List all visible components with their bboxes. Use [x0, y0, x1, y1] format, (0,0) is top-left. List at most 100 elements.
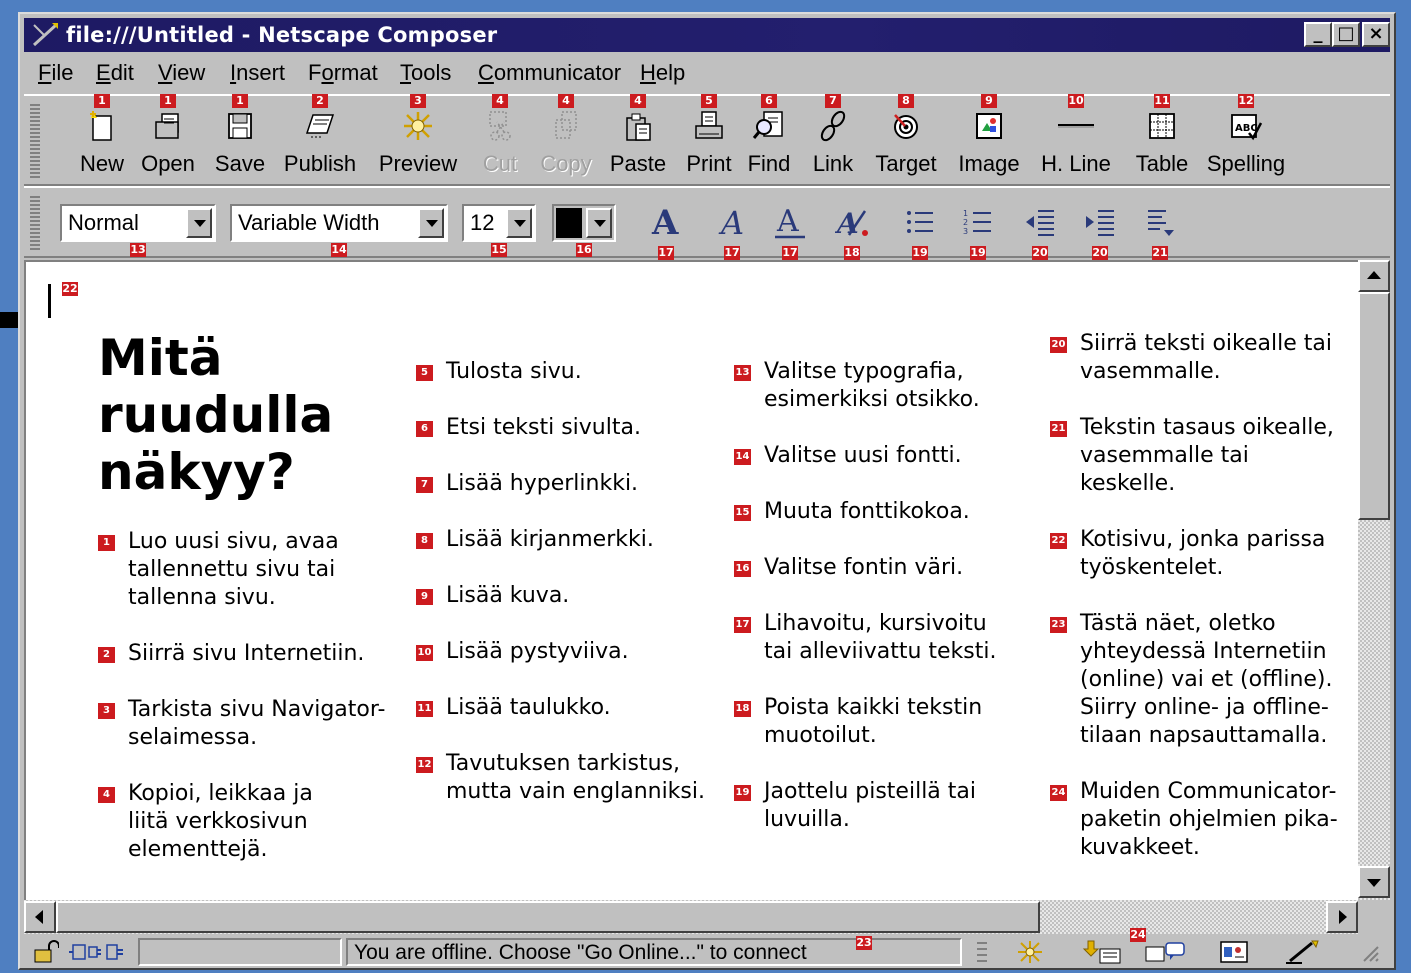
menu-file[interactable]: File	[38, 60, 73, 86]
scroll-up-button[interactable]	[1358, 260, 1390, 292]
font-select[interactable]: Variable Width 14	[230, 204, 448, 257]
link-button[interactable]: 7 Link	[810, 94, 856, 177]
clear-styles-button[interactable]: A 18	[832, 202, 872, 260]
svg-text:A: A	[835, 207, 859, 239]
cut-button[interactable]: 4 Cut	[480, 94, 520, 177]
horizontal-scroll-thumb[interactable]	[56, 901, 1040, 933]
composer-shortcut[interactable]	[1274, 938, 1330, 966]
arrow-down-icon	[1367, 879, 1381, 887]
table-button[interactable]: 11 Table	[1132, 94, 1192, 177]
preview-button[interactable]: 3 Preview	[376, 94, 460, 177]
menu-communicator[interactable]: Communicator	[478, 60, 621, 86]
find-button[interactable]: 6 Find	[746, 94, 792, 177]
title-bar[interactable]: file:///Untitled - Netscape Composer _ □…	[24, 18, 1390, 52]
font-value: Variable Width	[238, 210, 380, 235]
maximize-button[interactable]: □	[1332, 22, 1360, 47]
resize-grip[interactable]	[1354, 938, 1384, 966]
legend-item: 8 Lisää kirjanmerkki.	[416, 526, 654, 554]
legend-line: Etsi teksti sivulta.	[446, 415, 641, 440]
underline-button[interactable]: A 17	[770, 202, 810, 260]
document-editing-area[interactable]: 22 Mitä ruudulla näkyy? 1 Luo uusi sivu, …	[24, 260, 1358, 900]
menu-format[interactable]: Format	[308, 60, 378, 86]
save-label: Save	[214, 151, 266, 176]
publish-icon	[282, 106, 358, 146]
chevron-down-icon[interactable]	[586, 208, 612, 238]
callout-badge: 1	[232, 94, 248, 108]
indent-icon	[1086, 210, 1114, 236]
chevron-down-icon[interactable]	[186, 208, 212, 238]
open-button[interactable]: 1 Open	[138, 94, 198, 177]
new-button[interactable]: 1 New	[74, 94, 130, 177]
callout-badge: 16	[734, 561, 751, 577]
chevron-down-icon[interactable]	[418, 208, 444, 238]
chevron-down-icon[interactable]	[506, 208, 532, 238]
outdent-button[interactable]: 20	[1020, 202, 1060, 260]
legend-item: 17 Lihavoitu, kursivoitu tai alleviivattu …	[734, 610, 996, 666]
menu-tools[interactable]: Tools	[400, 60, 451, 86]
callout-badge: 11	[1154, 94, 1170, 108]
navigator-shortcut[interactable]	[1006, 938, 1054, 966]
image-button[interactable]: 9 Image	[956, 94, 1022, 177]
font-size-select[interactable]: 12 15	[462, 204, 536, 257]
legend-item: 21 Tekstin tasaus oikealle, vasemmalle tai…	[1050, 414, 1334, 498]
menu-edit[interactable]: Edit	[96, 60, 134, 86]
menu-help[interactable]: Help	[640, 60, 685, 86]
discussion-icon	[1145, 942, 1185, 962]
close-button[interactable]: ×	[1362, 22, 1390, 47]
menu-view[interactable]: View	[158, 60, 205, 86]
scrollbar-corner	[1358, 900, 1390, 934]
publish-button[interactable]: 2 Publish	[282, 94, 358, 177]
vertical-scroll-thumb[interactable]	[1358, 292, 1390, 520]
taskbar-grip[interactable]	[970, 938, 994, 966]
callout-badge: 7	[825, 94, 841, 108]
callout-badge: 19	[734, 785, 751, 801]
scroll-right-button[interactable]	[1326, 901, 1358, 933]
bold-icon: A	[651, 204, 679, 240]
print-icon	[684, 106, 734, 146]
legend-line: Siirrä sivu Internetiin.	[128, 641, 365, 666]
callout-badge: 3	[98, 703, 115, 719]
bullet-list-button[interactable]: 19	[900, 202, 940, 260]
image-icon	[956, 106, 1022, 146]
callout-badge: 4	[558, 94, 574, 108]
toolbar-grip[interactable]	[30, 196, 40, 250]
scroll-down-button[interactable]	[1358, 866, 1390, 898]
legend-item: 11 Lisää taulukko.	[416, 694, 611, 722]
online-offline-toggle[interactable]	[66, 938, 136, 966]
vertical-scrollbar[interactable]	[1358, 260, 1390, 900]
callout-badge: 20	[1032, 246, 1048, 260]
legend-line: työskentelet.	[1080, 555, 1224, 580]
numbered-list-button[interactable]: 123 19	[958, 202, 998, 260]
horizontal-scrollbar[interactable]	[24, 900, 1358, 934]
menu-insert[interactable]: Insert	[230, 60, 285, 86]
security-lock-icon[interactable]	[28, 938, 64, 966]
underline-icon: A	[775, 204, 805, 239]
table-label: Table	[1135, 151, 1189, 176]
toolbar-grip[interactable]	[30, 104, 40, 178]
discussion-shortcut[interactable]	[1138, 938, 1192, 966]
paragraph-style-select[interactable]: Normal 13	[60, 204, 216, 257]
italic-button[interactable]: A 17	[712, 202, 752, 260]
font-color-select[interactable]: 16	[552, 204, 616, 257]
copy-button[interactable]: 4 Copy	[538, 94, 594, 177]
align-button[interactable]: 21	[1140, 202, 1180, 260]
margin-marker	[0, 312, 18, 328]
mailbox-shortcut[interactable]: 24	[1076, 928, 1146, 966]
scroll-left-button[interactable]	[24, 901, 56, 933]
target-button[interactable]: 8 Target	[872, 94, 940, 177]
paste-button[interactable]: 4 Paste	[608, 94, 668, 177]
address-book-shortcut[interactable]	[1210, 938, 1260, 966]
callout-badge: 17	[724, 246, 740, 260]
hline-button[interactable]: 10 H. Line	[1040, 94, 1112, 177]
page-heading: Mitä ruudulla näkyy?	[98, 330, 358, 501]
spelling-button[interactable]: 12 ABC Spelling	[1206, 94, 1286, 177]
print-button[interactable]: 5 Print	[684, 94, 734, 177]
cut-label: Cut	[482, 151, 518, 176]
callout-badge: 4	[492, 94, 508, 108]
indent-button[interactable]: 20	[1080, 202, 1120, 260]
legend-item: 5 Tulosta sivu.	[416, 358, 582, 386]
save-button[interactable]: 1 Save	[212, 94, 268, 177]
bold-button[interactable]: A 17	[646, 202, 686, 260]
paste-label: Paste	[609, 151, 667, 176]
minimize-button[interactable]: _	[1304, 22, 1332, 47]
